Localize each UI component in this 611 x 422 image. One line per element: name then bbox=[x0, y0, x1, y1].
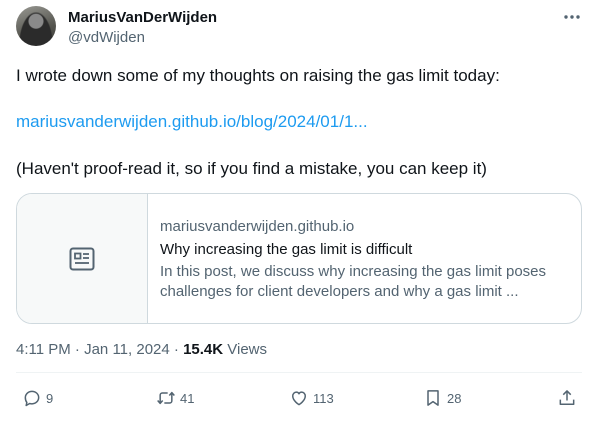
meta-separator: · bbox=[70, 341, 85, 358]
link-preview-card[interactable]: mariusvanderwijden.github.io Why increas… bbox=[16, 193, 582, 324]
repost-icon bbox=[157, 391, 175, 405]
tweet-time[interactable]: 4:11 PM bbox=[16, 341, 71, 358]
repost-count: 41 bbox=[180, 390, 195, 406]
like-button[interactable]: 113 bbox=[289, 388, 334, 408]
meta-separator: · bbox=[169, 341, 184, 358]
bookmark-button[interactable]: 28 bbox=[423, 388, 461, 408]
share-icon bbox=[559, 390, 575, 405]
views-label: Views bbox=[223, 341, 268, 358]
more-icon bbox=[564, 15, 580, 19]
reply-icon bbox=[24, 390, 40, 407]
views-count: 15.4K bbox=[183, 341, 224, 358]
tweet-link[interactable]: mariusvanderwijden.github.io/blog/2024/0… bbox=[16, 112, 368, 132]
divider bbox=[16, 372, 582, 373]
reply-button[interactable]: 9 bbox=[22, 388, 53, 408]
card-description: In this post, we discuss why increasing … bbox=[160, 262, 569, 302]
card-description-line: In this post, we discuss why increasing … bbox=[160, 263, 547, 280]
card-domain: mariusvanderwijden.github.io bbox=[160, 218, 355, 235]
avatar[interactable] bbox=[16, 6, 56, 46]
tweet-text-line: (Haven't proof-read it, so if you find a… bbox=[16, 159, 487, 178]
bookmark-count: 28 bbox=[447, 390, 462, 406]
more-options-button[interactable] bbox=[560, 7, 584, 27]
tweet-text-line: I wrote down some of my thoughts on rais… bbox=[16, 66, 500, 85]
article-icon bbox=[69, 247, 95, 270]
tweet-meta: 4:11 PM · Jan 11, 2024 · 15.4K Views bbox=[16, 341, 267, 358]
card-thumbnail bbox=[17, 194, 148, 323]
card-body: mariusvanderwijden.github.io Why increas… bbox=[148, 194, 581, 323]
share-button[interactable] bbox=[557, 388, 577, 408]
card-title: Why increasing the gas limit is difficul… bbox=[160, 241, 413, 258]
like-count: 113 bbox=[313, 390, 334, 406]
reply-count: 9 bbox=[46, 390, 54, 406]
card-description-line: challenges for client developers and why… bbox=[160, 283, 519, 300]
repost-button[interactable]: 41 bbox=[156, 388, 194, 408]
heart-icon bbox=[292, 391, 306, 406]
bookmark-icon bbox=[427, 390, 439, 406]
author-name[interactable]: MariusVanDerWijden bbox=[68, 9, 217, 26]
author-handle[interactable]: @vdWijden bbox=[68, 29, 145, 46]
tweet-date[interactable]: Jan 11, 2024 bbox=[84, 341, 170, 358]
